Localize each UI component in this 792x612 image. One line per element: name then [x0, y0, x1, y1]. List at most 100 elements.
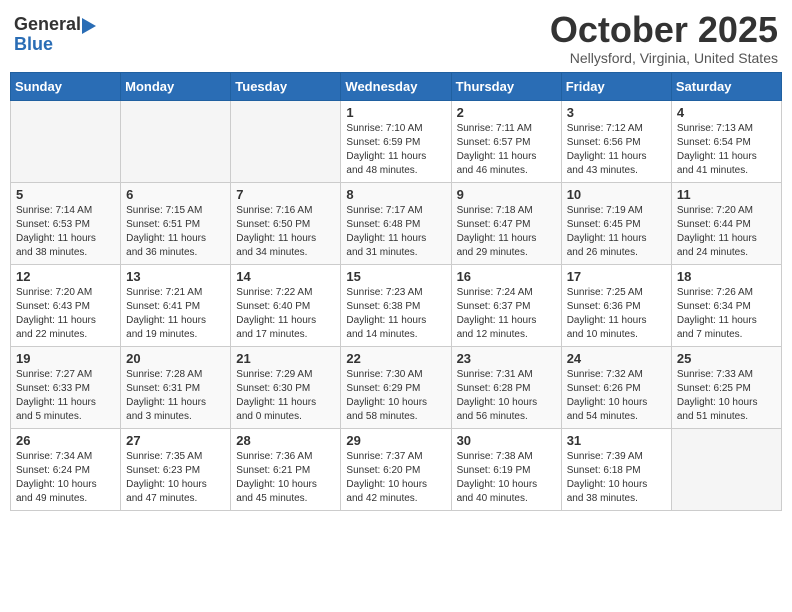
day-number: 18: [677, 269, 776, 284]
day-info: Sunrise: 7:13 AM Sunset: 6:54 PM Dayligh…: [677, 122, 776, 178]
day-number: 1: [346, 105, 445, 120]
day-number: 9: [457, 187, 556, 202]
calendar-cell: [231, 100, 341, 182]
day-number: 28: [236, 433, 335, 448]
day-number: 14: [236, 269, 335, 284]
day-info: Sunrise: 7:29 AM Sunset: 6:30 PM Dayligh…: [236, 368, 335, 424]
day-number: 17: [567, 269, 666, 284]
calendar-cell: 13 Sunrise: 7:21 AM Sunset: 6:41 PM Dayli…: [121, 264, 231, 346]
day-info: Sunrise: 7:31 AM Sunset: 6:28 PM Dayligh…: [457, 368, 556, 424]
logo-blue: Blue: [14, 34, 101, 55]
day-number: 8: [346, 187, 445, 202]
calendar-cell: 5 Sunrise: 7:14 AM Sunset: 6:53 PM Daylig…: [11, 182, 121, 264]
day-number: 23: [457, 351, 556, 366]
calendar-week-row: 12 Sunrise: 7:20 AM Sunset: 6:43 PM Dayli…: [11, 264, 782, 346]
day-info: Sunrise: 7:33 AM Sunset: 6:25 PM Dayligh…: [677, 368, 776, 424]
day-info: Sunrise: 7:35 AM Sunset: 6:23 PM Dayligh…: [126, 450, 225, 506]
day-number: 26: [16, 433, 115, 448]
day-info: Sunrise: 7:25 AM Sunset: 6:36 PM Dayligh…: [567, 286, 666, 342]
calendar-cell: [121, 100, 231, 182]
day-number: 6: [126, 187, 225, 202]
day-info: Sunrise: 7:10 AM Sunset: 6:59 PM Dayligh…: [346, 122, 445, 178]
calendar-cell: 4 Sunrise: 7:13 AM Sunset: 6:54 PM Daylig…: [671, 100, 781, 182]
day-info: Sunrise: 7:19 AM Sunset: 6:45 PM Dayligh…: [567, 204, 666, 260]
day-info: Sunrise: 7:18 AM Sunset: 6:47 PM Dayligh…: [457, 204, 556, 260]
calendar-cell: 2 Sunrise: 7:11 AM Sunset: 6:57 PM Daylig…: [451, 100, 561, 182]
day-number: 31: [567, 433, 666, 448]
page-header: General Blue October 2025 Nellysford, Vi…: [10, 10, 782, 66]
calendar-table: Sunday Monday Tuesday Wednesday Thursday…: [10, 72, 782, 511]
day-info: Sunrise: 7:34 AM Sunset: 6:24 PM Dayligh…: [16, 450, 115, 506]
day-info: Sunrise: 7:21 AM Sunset: 6:41 PM Dayligh…: [126, 286, 225, 342]
day-info: Sunrise: 7:22 AM Sunset: 6:40 PM Dayligh…: [236, 286, 335, 342]
logo-icon: [82, 16, 100, 36]
calendar-cell: 11Sunrise: 7:20 AM Sunset: 6:44 PM Dayli…: [671, 182, 781, 264]
calendar-cell: 18 Sunrise: 7:26 AM Sunset: 6:34 PM Dayli…: [671, 264, 781, 346]
calendar-cell: 24 Sunrise: 7:32 AM Sunset: 6:26 PM Dayli…: [561, 346, 671, 428]
day-number: 27: [126, 433, 225, 448]
calendar-cell: 16 Sunrise: 7:24 AM Sunset: 6:37 PM Dayli…: [451, 264, 561, 346]
day-info: Sunrise: 7:28 AM Sunset: 6:31 PM Dayligh…: [126, 368, 225, 424]
day-number: 5: [16, 187, 115, 202]
day-number: 7: [236, 187, 335, 202]
calendar-cell: 27 Sunrise: 7:35 AM Sunset: 6:23 PM Dayli…: [121, 428, 231, 510]
calendar-cell: 31 Sunrise: 7:39 AM Sunset: 6:18 PM Dayli…: [561, 428, 671, 510]
day-info: Sunrise: 7:17 AM Sunset: 6:48 PM Dayligh…: [346, 204, 445, 260]
calendar-cell: 22Sunrise: 7:30 AM Sunset: 6:29 PM Dayli…: [341, 346, 451, 428]
day-info: Sunrise: 7:26 AM Sunset: 6:34 PM Dayligh…: [677, 286, 776, 342]
day-info: Sunrise: 7:11 AM Sunset: 6:57 PM Dayligh…: [457, 122, 556, 178]
day-number: 13: [126, 269, 225, 284]
calendar-cell: 26 Sunrise: 7:34 AM Sunset: 6:24 PM Dayli…: [11, 428, 121, 510]
col-friday: Friday: [561, 72, 671, 100]
calendar-cell: 25 Sunrise: 7:33 AM Sunset: 6:25 PM Dayli…: [671, 346, 781, 428]
day-info: Sunrise: 7:32 AM Sunset: 6:26 PM Dayligh…: [567, 368, 666, 424]
day-info: Sunrise: 7:12 AM Sunset: 6:56 PM Dayligh…: [567, 122, 666, 178]
day-info: Sunrise: 7:24 AM Sunset: 6:37 PM Dayligh…: [457, 286, 556, 342]
day-number: 16: [457, 269, 556, 284]
day-info: Sunrise: 7:23 AM Sunset: 6:38 PM Dayligh…: [346, 286, 445, 342]
calendar-cell: 19 Sunrise: 7:27 AM Sunset: 6:33 PM Dayli…: [11, 346, 121, 428]
calendar-cell: 20Sunrise: 7:28 AM Sunset: 6:31 PM Dayli…: [121, 346, 231, 428]
calendar-cell: 9 Sunrise: 7:18 AM Sunset: 6:47 PM Daylig…: [451, 182, 561, 264]
day-info: Sunrise: 7:39 AM Sunset: 6:18 PM Dayligh…: [567, 450, 666, 506]
day-info: Sunrise: 7:16 AM Sunset: 6:50 PM Dayligh…: [236, 204, 335, 260]
calendar-cell: 1 Sunrise: 7:10 AM Sunset: 6:59 PM Daylig…: [341, 100, 451, 182]
calendar-week-row: 5 Sunrise: 7:14 AM Sunset: 6:53 PM Daylig…: [11, 182, 782, 264]
day-number: 10: [567, 187, 666, 202]
day-number: 2: [457, 105, 556, 120]
calendar-cell: 6 Sunrise: 7:15 AM Sunset: 6:51 PM Daylig…: [121, 182, 231, 264]
calendar-cell: 12 Sunrise: 7:20 AM Sunset: 6:43 PM Dayli…: [11, 264, 121, 346]
calendar-cell: 28Sunrise: 7:36 AM Sunset: 6:21 PM Dayli…: [231, 428, 341, 510]
day-info: Sunrise: 7:20 AM Sunset: 6:43 PM Dayligh…: [16, 286, 115, 342]
location: Nellysford, Virginia, United States: [550, 50, 778, 66]
day-number: 24: [567, 351, 666, 366]
day-info: Sunrise: 7:37 AM Sunset: 6:20 PM Dayligh…: [346, 450, 445, 506]
calendar-cell: 29 Sunrise: 7:37 AM Sunset: 6:20 PM Dayli…: [341, 428, 451, 510]
day-number: 25: [677, 351, 776, 366]
calendar-cell: 15 Sunrise: 7:23 AM Sunset: 6:38 PM Dayli…: [341, 264, 451, 346]
day-number: 29: [346, 433, 445, 448]
day-number: 21: [236, 351, 335, 366]
day-number: 12: [16, 269, 115, 284]
calendar-cell: 17 Sunrise: 7:25 AM Sunset: 6:36 PM Dayli…: [561, 264, 671, 346]
day-number: 4: [677, 105, 776, 120]
day-info: Sunrise: 7:38 AM Sunset: 6:19 PM Dayligh…: [457, 450, 556, 506]
logo: General Blue: [14, 14, 101, 55]
col-saturday: Saturday: [671, 72, 781, 100]
calendar-cell: 30Sunrise: 7:38 AM Sunset: 6:19 PM Dayli…: [451, 428, 561, 510]
col-monday: Monday: [121, 72, 231, 100]
calendar-week-row: 19 Sunrise: 7:27 AM Sunset: 6:33 PM Dayli…: [11, 346, 782, 428]
day-info: Sunrise: 7:30 AM Sunset: 6:29 PM Dayligh…: [346, 368, 445, 424]
day-number: 15: [346, 269, 445, 284]
month-title: October 2025: [550, 10, 778, 50]
day-info: Sunrise: 7:14 AM Sunset: 6:53 PM Dayligh…: [16, 204, 115, 260]
col-sunday: Sunday: [11, 72, 121, 100]
calendar-cell: 10 Sunrise: 7:19 AM Sunset: 6:45 PM Dayli…: [561, 182, 671, 264]
day-number: 19: [16, 351, 115, 366]
day-number: 3: [567, 105, 666, 120]
day-info: Sunrise: 7:20 AM Sunset: 6:44 PM Dayligh…: [677, 204, 776, 260]
col-thursday: Thursday: [451, 72, 561, 100]
title-block: October 2025 Nellysford, Virginia, Unite…: [550, 10, 778, 66]
day-info: Sunrise: 7:15 AM Sunset: 6:51 PM Dayligh…: [126, 204, 225, 260]
day-info: Sunrise: 7:27 AM Sunset: 6:33 PM Dayligh…: [16, 368, 115, 424]
